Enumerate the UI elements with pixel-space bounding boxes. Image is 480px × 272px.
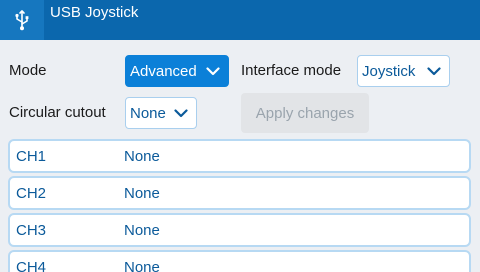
interface-mode-select-value: Joystick — [362, 62, 416, 80]
channel-name: CH3 — [16, 222, 47, 239]
chevron-down-icon — [206, 66, 220, 75]
channel-value: None — [124, 259, 160, 272]
app-header: USB Joystick — [0, 0, 480, 40]
usb-icon — [15, 10, 29, 31]
channel-row-ch1[interactable]: CH1 None — [8, 139, 471, 173]
channel-name: CH2 — [16, 185, 47, 202]
channel-row-ch4[interactable]: CH4 None — [8, 250, 471, 272]
circular-cutout-select-value: None — [130, 104, 166, 122]
channel-name: CH4 — [16, 259, 47, 272]
channel-row-ch3[interactable]: CH3 None — [8, 213, 471, 247]
page-title: USB Joystick — [50, 4, 139, 21]
mode-select[interactable]: Advanced — [125, 55, 229, 87]
channel-value: None — [124, 185, 160, 202]
channel-value: None — [124, 148, 160, 165]
mode-label: Mode — [9, 62, 47, 79]
chevron-down-icon — [427, 66, 441, 75]
interface-mode-select[interactable]: Joystick — [357, 55, 450, 87]
apply-changes-button[interactable]: Apply changes — [241, 93, 369, 133]
interface-mode-label: Interface mode — [241, 62, 342, 79]
circular-cutout-label: Circular cutout — [9, 104, 106, 121]
channel-value: None — [124, 222, 160, 239]
mode-select-value: Advanced — [130, 62, 197, 80]
circular-cutout-select[interactable]: None — [125, 97, 197, 129]
channel-name: CH1 — [16, 148, 47, 165]
chevron-down-icon — [174, 108, 188, 117]
channel-row-ch2[interactable]: CH2 None — [8, 176, 471, 210]
